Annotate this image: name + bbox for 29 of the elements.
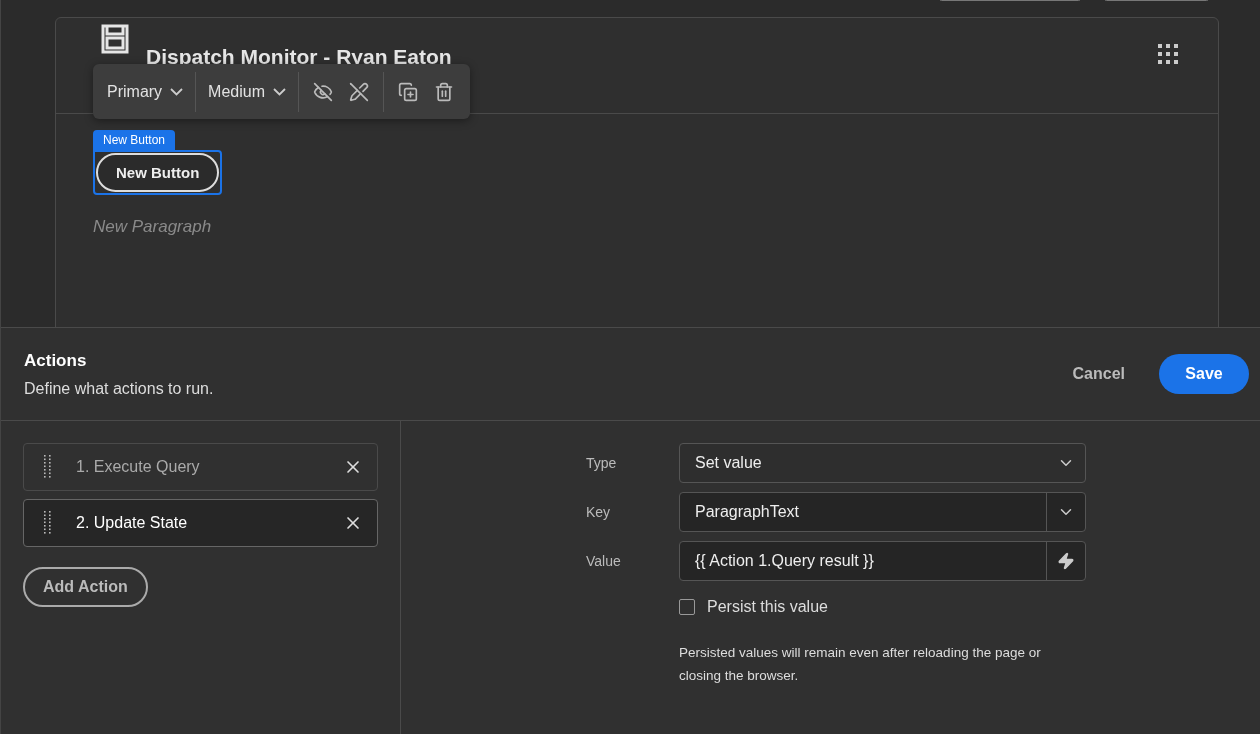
type-dropdown[interactable]: Set value: [679, 443, 1086, 483]
paragraph-text: New Paragraph: [93, 217, 212, 237]
field-label: Type: [586, 455, 618, 471]
drag-handle-icon[interactable]: [44, 511, 52, 535]
value-field[interactable]: {{ Action 1.Query result }}: [679, 541, 1086, 581]
size-dropdown[interactable]: Medium: [202, 82, 292, 101]
selection-label: New Button: [93, 130, 176, 150]
field-label: Value: [586, 553, 622, 569]
drag-handle-icon[interactable]: [44, 455, 52, 479]
variant-dropdown[interactable]: Primary: [101, 82, 190, 101]
add-action-button[interactable]: Add Action: [23, 567, 148, 607]
cancel-button[interactable]: Cancel: [1056, 357, 1141, 391]
chevron-icon: [273, 87, 286, 96]
grid-icon[interactable]: [1158, 44, 1178, 64]
panel-subtitle: Define what actions to run.: [24, 379, 215, 398]
chevron-icon: [170, 87, 184, 96]
key-field[interactable]: ParagraphText: [679, 492, 1086, 532]
persist-checkbox[interactable]: [679, 599, 695, 615]
save-button[interactable]: Save: [1159, 354, 1249, 394]
action-item[interactable]: 2. Update State: [23, 499, 378, 547]
checkbox-label: Persist this value: [707, 598, 828, 616]
panel-title: Actions: [24, 350, 88, 371]
field-label: Key: [586, 504, 612, 520]
help-text: Persisted values will remain even after reloading the page or closing the browser.: [679, 644, 1042, 685]
new-button[interactable]: New Button: [96, 153, 220, 192]
app-title: Dispatch Monitor - Ryan Eaton: [146, 46, 453, 68]
lightning-icon[interactable]: [1057, 552, 1075, 570]
action-item[interactable]: 1. Execute Query: [23, 443, 378, 491]
app-icon: [100, 24, 130, 54]
